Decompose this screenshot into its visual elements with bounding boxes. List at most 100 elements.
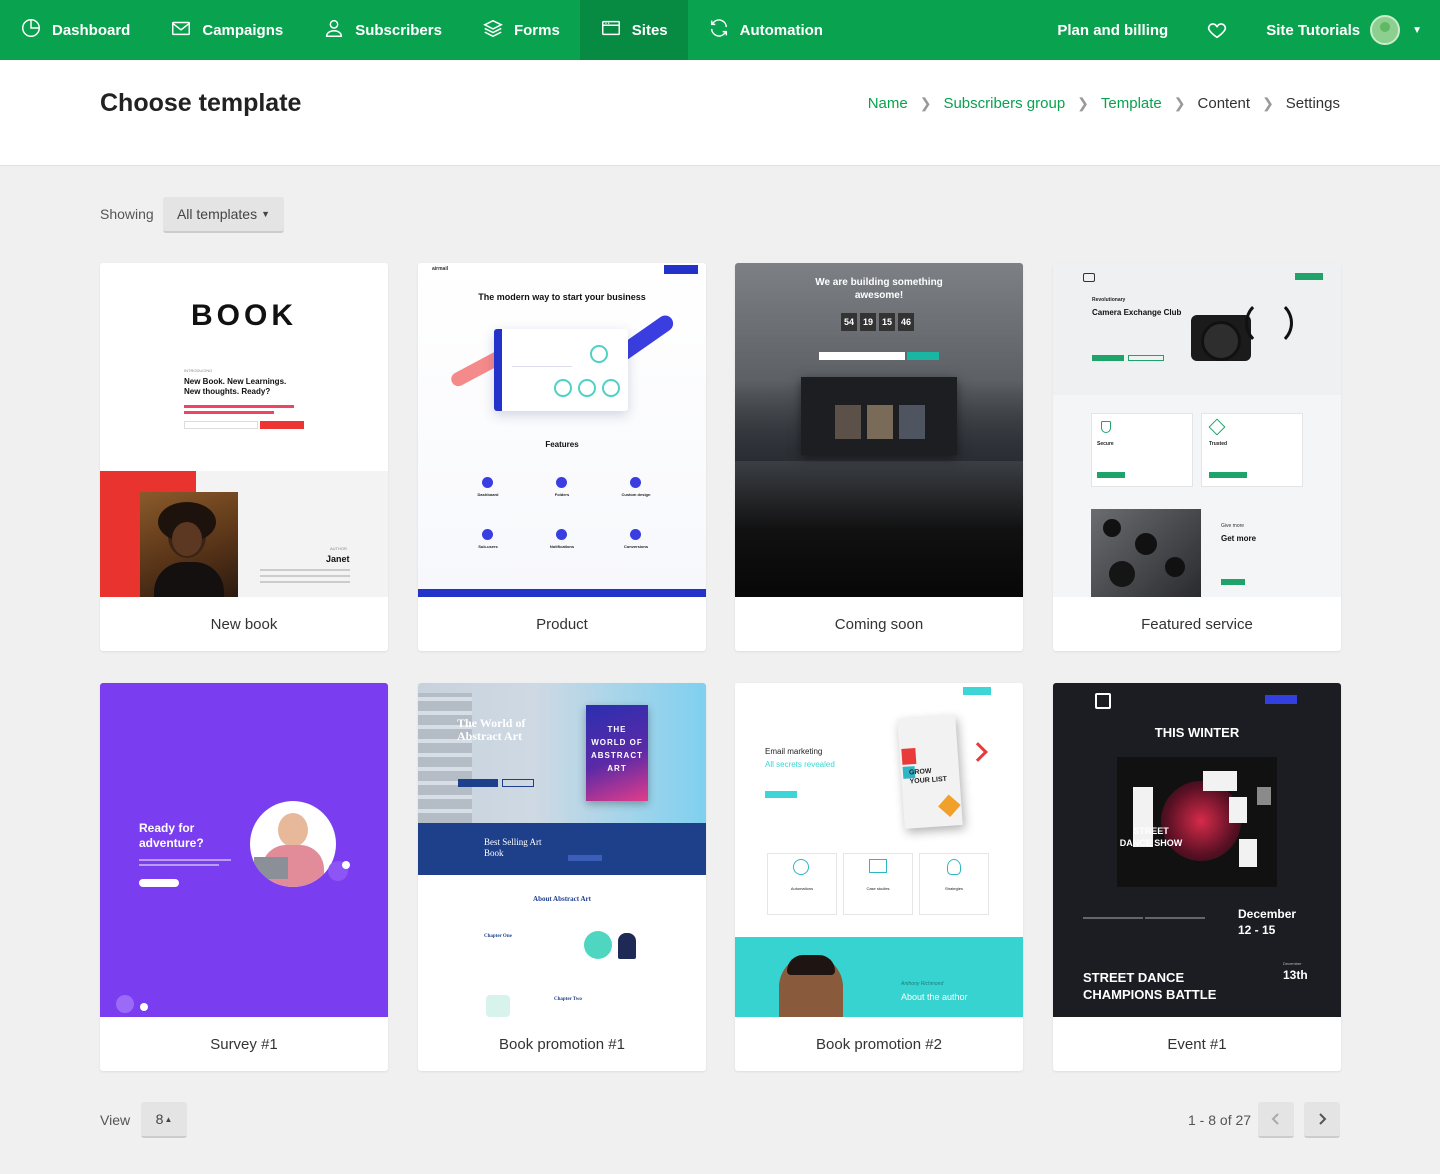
nav-forms-label: Forms: [513, 21, 560, 39]
nav-dashboard[interactable]: Dashboard: [0, 0, 150, 60]
template-name: Book promotion #1: [499, 1035, 625, 1053]
view-label: View: [100, 1112, 131, 1128]
next-page-button[interactable]: [1304, 1102, 1340, 1138]
preview-app-tile: [867, 405, 893, 439]
prev-page-button[interactable]: [1258, 1102, 1294, 1138]
template-card-book-promotion-1[interactable]: The World of Abstract Art THE WORLD OF A…: [418, 683, 706, 1071]
preview-text-block: [139, 864, 219, 866]
template-preview: Ready for adventure?: [100, 683, 388, 1017]
author-hair: [787, 955, 835, 975]
template-name: New book: [210, 615, 278, 633]
top-navigation: Dashboard Campaigns Subscribers Forms Si…: [0, 0, 1440, 60]
breadcrumb-name[interactable]: Name: [868, 95, 908, 112]
plan-billing-link[interactable]: Plan and billing: [1037, 0, 1188, 60]
preview-cta: [1209, 472, 1247, 478]
template-preview: BOOK INTRODUCING New Book. New Learnings…: [100, 263, 388, 597]
preview-email-input: [184, 421, 258, 429]
preview-text-block: [1083, 917, 1143, 919]
preview-feature-icon: [482, 529, 493, 540]
caret-down-icon[interactable]: ▼: [1412, 25, 1422, 36]
nav-dashboard-label: Dashboard: [52, 21, 131, 39]
preview-author-name: Anthony Richmond: [901, 981, 944, 987]
preview-cta: [458, 779, 498, 787]
breadcrumb-template[interactable]: Template: [1101, 95, 1162, 112]
preview-text-block: [260, 581, 350, 583]
preview-dash-ring: [602, 379, 620, 397]
countdown-minutes: 15: [879, 313, 895, 331]
account-menu[interactable]: Site Tutorials: [1246, 0, 1401, 60]
preview-email-input: [819, 352, 905, 360]
template-filter-dropdown[interactable]: All templates ▼: [163, 197, 284, 233]
preview-feature-icon: [630, 529, 641, 540]
author-photo: [140, 492, 238, 597]
breadcrumb: Name ❯ Subscribers group ❯ Template ❯ Co…: [868, 95, 1340, 112]
preview-poster-block: [1257, 787, 1271, 805]
template-card-new-book[interactable]: BOOK INTRODUCING New Book. New Learnings…: [100, 263, 388, 651]
template-name: Product: [536, 615, 588, 633]
preview-gear-lens: [1165, 557, 1185, 577]
chevron-right-icon: ❯: [919, 95, 932, 111]
preview-dash-chart: [512, 341, 572, 367]
nav-forms[interactable]: Forms: [462, 0, 580, 60]
chevron-left-icon: [1271, 1113, 1279, 1125]
chevron-right-icon: ❯: [1262, 95, 1274, 111]
preview-text-block: [1145, 917, 1205, 919]
countdown-days: 54: [841, 313, 857, 331]
preview-gear-lens: [1109, 561, 1135, 587]
breadcrumb-subscribers-group[interactable]: Subscribers group: [943, 95, 1065, 112]
per-page-value: 8: [155, 1111, 164, 1127]
preview-book-title: GROW YOUR LIST: [908, 767, 948, 786]
heart-icon[interactable]: [1188, 0, 1246, 60]
avatar: [1370, 15, 1401, 45]
template-card-survey-1[interactable]: Ready for adventure? Survey #1: [100, 683, 388, 1071]
preview-nav-cta: [664, 265, 698, 274]
nav-campaigns-label: Campaigns: [202, 21, 284, 39]
nav-sites[interactable]: Sites: [579, 0, 688, 60]
preview-headline: We are building something awesome!: [815, 277, 943, 301]
preview-feature-icon: [556, 477, 567, 488]
preview-cta: [568, 855, 602, 861]
preview-text-block: [260, 569, 350, 571]
nav-campaigns[interactable]: Campaigns: [150, 0, 303, 60]
preview-kicker: Email marketing: [765, 747, 823, 756]
template-card-event-1[interactable]: THIS WINTER STREET DANCE SHOW December 1…: [1053, 683, 1341, 1071]
preview-text-block: [184, 405, 294, 408]
account-name: Site Tutorials: [1266, 21, 1361, 39]
template-card-coming-soon[interactable]: We are building something awesome! 54 19…: [735, 263, 1023, 651]
template-preview: THIS WINTER STREET DANCE SHOW December 1…: [1053, 683, 1341, 1017]
template-card-product[interactable]: airmail The modern way to start your bus…: [418, 263, 706, 651]
preview-feature-label: Conversions: [623, 544, 649, 549]
preview-headline: Ready for adventure?: [139, 821, 204, 850]
clock-pie-icon: [20, 17, 42, 43]
template-preview: Revolutionary Camera Exchange Club Secur…: [1053, 263, 1341, 597]
preview-headline: Camera Exchange Club: [1092, 308, 1182, 317]
caret-up-icon: ▲: [164, 1114, 173, 1124]
preview-poster-block: [1229, 797, 1247, 823]
preview-chapter-title: Chapter One: [484, 934, 512, 939]
preview-poster-block: [1203, 771, 1237, 791]
preview-cta: [1092, 355, 1124, 361]
preview-illustration-circle: [584, 931, 612, 959]
preview-cta: [907, 352, 939, 360]
user-icon: [323, 17, 345, 43]
preview-cta: [765, 791, 797, 798]
breadcrumb-content: Content: [1197, 95, 1251, 112]
preview-band-title: Best Selling Art Book: [484, 837, 542, 858]
template-name: Coming soon: [834, 615, 924, 633]
preview-dashboard-mock: [494, 329, 628, 411]
preview-cta-secondary: [502, 779, 534, 787]
preview-illustration-person: [618, 933, 636, 959]
per-page-dropdown[interactable]: 8 ▲: [141, 1102, 187, 1138]
nav-subscribers[interactable]: Subscribers: [303, 0, 462, 60]
preview-logo: BOOK: [191, 299, 297, 332]
preview-feature-label: Automations: [790, 886, 814, 891]
nav-automation[interactable]: Automation: [688, 0, 843, 60]
template-card-featured-service[interactable]: Revolutionary Camera Exchange Club Secur…: [1053, 263, 1341, 651]
preview-nav-cta: [1265, 695, 1297, 704]
preview-event-title: STREET DANCE CHAMPIONS BATTLE: [1083, 970, 1217, 1002]
preview-feature-label: Trusted: [1209, 441, 1228, 447]
preview-kicker: INTRODUCING: [184, 368, 213, 373]
template-card-book-promotion-2[interactable]: Email marketing All secrets revealed GRO…: [735, 683, 1023, 1071]
preview-book-cover: GROW YOUR LIST: [897, 715, 963, 829]
preview-sub-headline: Get more: [1221, 534, 1257, 543]
